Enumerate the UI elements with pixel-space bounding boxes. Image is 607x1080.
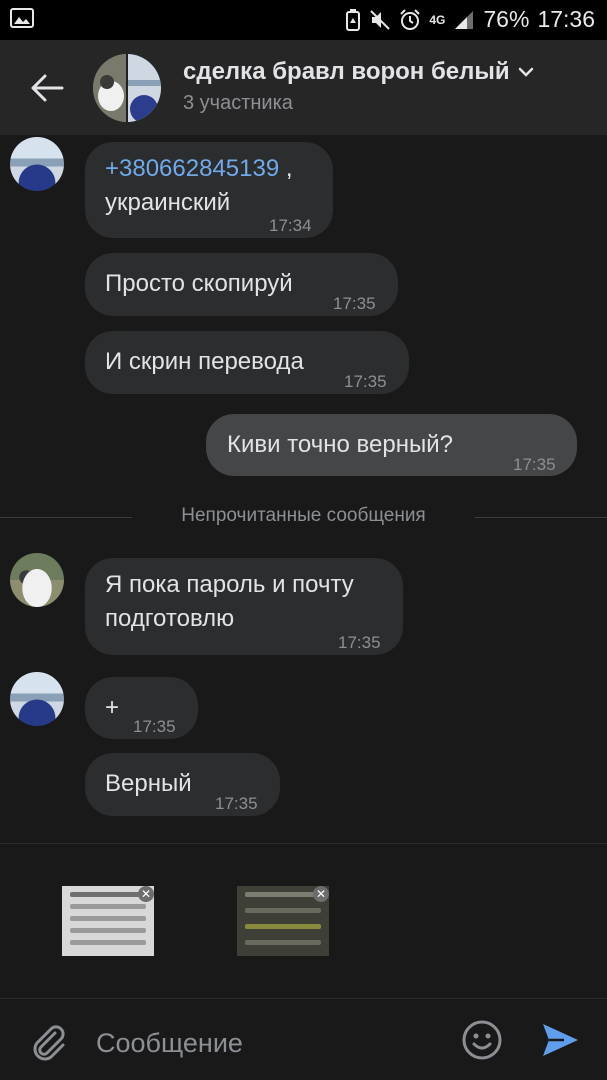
message-bubble[interactable]: Просто скопируй 17:35	[85, 253, 398, 316]
unread-label: Непрочитанные сообщения	[181, 505, 426, 526]
message-bubble[interactable]: +380662845139 , украинский 17:34	[85, 142, 333, 238]
thumb-line	[70, 892, 146, 897]
message-bubble[interactable]: Верный 17:35	[85, 753, 280, 816]
message-text: Киви точно верный?	[227, 431, 453, 458]
back-arrow-icon	[31, 74, 64, 102]
message-text: Верный	[105, 770, 192, 797]
chat-avatar[interactable]	[93, 54, 161, 122]
emoji-icon	[462, 1020, 502, 1060]
thumb-line	[70, 904, 146, 909]
message-input[interactable]	[96, 1023, 436, 1063]
paperclip-icon	[33, 1025, 65, 1061]
message-time: 17:35	[133, 717, 176, 736]
message-bubble[interactable]: Я пока пароль и почту подготовлю 17:35	[85, 558, 403, 655]
message-time: 17:35	[215, 794, 258, 813]
thumb-line	[70, 940, 146, 945]
status-bar: 4G 76% 17:36	[0, 0, 607, 40]
phone-link[interactable]: +380662845139	[105, 155, 279, 182]
alarm-icon	[400, 8, 421, 30]
close-icon[interactable]: ✕	[138, 886, 154, 902]
message-list[interactable]: +380662845139 , украинский 17:34 Просто …	[0, 135, 607, 843]
message-time: 17:35	[344, 372, 387, 391]
thumb-line	[245, 940, 321, 945]
thumb-line	[245, 892, 321, 897]
thumb-line	[70, 928, 146, 933]
attachment-thumbnail[interactable]: ✕	[237, 886, 329, 956]
close-icon[interactable]: ✕	[313, 886, 329, 902]
message-text: И скрин перевода	[105, 348, 304, 375]
battery-saver-icon	[346, 8, 361, 31]
avatar[interactable]	[10, 137, 64, 191]
message-text: Просто скопируй	[105, 270, 293, 297]
chat-title-text: сделка бравл ворон белый	[183, 58, 510, 85]
chat-participants: 3 участника	[183, 92, 293, 114]
chevron-down-icon	[518, 67, 533, 77]
message-time: 17:35	[333, 294, 376, 313]
thumb-line	[245, 924, 321, 929]
chat-avatar-image	[93, 54, 161, 122]
avatar[interactable]	[10, 672, 64, 726]
unread-separator: Непрочитанные сообщения	[0, 505, 607, 529]
message-bubble-outgoing[interactable]: Киви точно верный? 17:35	[206, 414, 577, 476]
message-time: 17:35	[513, 455, 556, 474]
attach-button[interactable]	[28, 1021, 68, 1061]
message-time: 17:35	[338, 633, 381, 652]
message-composer	[0, 998, 607, 1080]
send-icon	[543, 1024, 578, 1056]
message-bubble[interactable]: + 17:35	[85, 677, 198, 739]
mute-icon	[370, 9, 391, 30]
signal-icon	[455, 10, 474, 29]
attachment-panel: ✕ ✕	[0, 843, 607, 998]
message-time: 17:34	[269, 216, 312, 235]
thumb-line	[70, 916, 146, 921]
attachment-thumbnail[interactable]: ✕	[62, 886, 154, 956]
send-button[interactable]	[540, 1021, 580, 1059]
message-text: +	[105, 694, 120, 721]
message-text: Я пока пароль и почту	[105, 571, 354, 598]
back-button[interactable]	[24, 68, 70, 108]
chat-header: сделка бравл ворон белый 3 участника	[0, 40, 607, 135]
chat-title: сделка бравл ворон белый	[183, 58, 534, 86]
gallery-icon	[10, 8, 34, 28]
network-type: 4G	[429, 12, 446, 27]
message-text: ,	[279, 155, 293, 182]
message-bubble[interactable]: И скрин перевода 17:35	[85, 331, 409, 394]
chat-title-area[interactable]: сделка бравл ворон белый 3 участника	[183, 58, 534, 115]
battery-percent: 76%	[483, 6, 530, 32]
status-time: 17:36	[537, 6, 595, 32]
avatar[interactable]	[10, 553, 64, 607]
emoji-button[interactable]	[461, 1019, 503, 1061]
thumb-line	[245, 908, 321, 913]
separator-line	[475, 517, 607, 518]
